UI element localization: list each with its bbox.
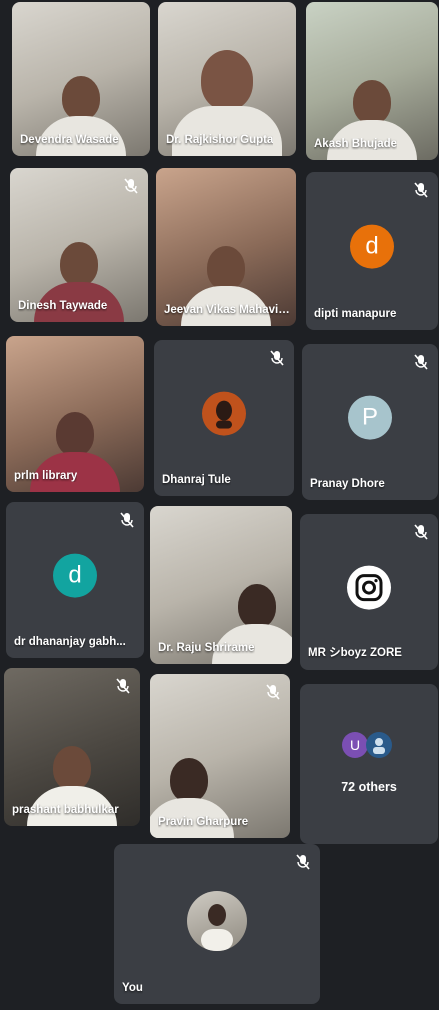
participant-tile[interactable]: Akash Bhujade: [306, 2, 438, 160]
mic-off-icon: [266, 684, 280, 700]
participant-name: dr dhananjay gabh...: [14, 636, 126, 648]
avatar: d: [53, 553, 97, 598]
camera-logo-icon: [347, 565, 391, 610]
mic-off-icon: [270, 350, 284, 366]
avatar-photo-icon: [366, 732, 392, 758]
participant-name: prlm library: [14, 470, 78, 482]
participant-name: Dinesh Taywade: [18, 300, 108, 312]
participant-tile[interactable]: prlm library: [6, 336, 144, 492]
participant-name: Dr. Raju Shrirame: [158, 642, 255, 654]
participant-tile[interactable]: Pravin Gharpure: [150, 674, 290, 838]
participant-tile[interactable]: Devendra Wasade: [12, 2, 150, 156]
profile-photo-icon: [202, 391, 246, 436]
mic-off-icon: [296, 854, 310, 870]
avatar: U: [342, 732, 368, 758]
participant-name: Pranay Dhore: [310, 478, 385, 490]
participant-name: You: [122, 982, 143, 994]
participant-tile[interactable]: Dhanraj Tule: [154, 340, 294, 496]
participant-name: Jeevan Vikas Mahavidyalaya: [164, 304, 290, 316]
mic-off-icon: [414, 524, 428, 540]
participant-tile[interactable]: Dr. Raju Shrirame: [150, 506, 292, 664]
participant-tile[interactable]: Jeevan Vikas Mahavidyalaya: [156, 168, 296, 326]
participant-tile[interactable]: MR シboyz ZORE: [300, 514, 438, 670]
self-video: [187, 891, 247, 951]
participant-name: Dr. Rajkishor Gupta: [166, 134, 274, 146]
participant-name: dipti manapure: [314, 308, 397, 320]
participant-name: Pravin Gharpure: [158, 816, 249, 828]
avatar: P: [348, 395, 392, 440]
self-tile[interactable]: You: [114, 844, 320, 1004]
mic-off-icon: [414, 182, 428, 198]
participant-name: Akash Bhujade: [314, 138, 398, 150]
mic-off-icon: [124, 178, 138, 194]
mic-off-icon: [414, 354, 428, 370]
mic-off-icon: [116, 678, 130, 694]
mic-off-icon: [120, 512, 134, 528]
participant-name: prashant babhulkar: [12, 804, 119, 816]
participant-tile[interactable]: P Pranay Dhore: [302, 344, 438, 500]
participant-name: Devendra Wasade: [20, 134, 119, 146]
participant-tile[interactable]: d dipti manapure: [306, 172, 438, 330]
participant-tile[interactable]: d dr dhananjay gabh...: [6, 502, 144, 658]
participant-tile[interactable]: Dr. Rajkishor Gupta: [158, 2, 296, 156]
avatar: d: [350, 224, 394, 269]
others-count: 72 others: [341, 780, 397, 794]
participant-tile[interactable]: U 72 others: [300, 684, 438, 844]
participant-name: Dhanraj Tule: [162, 474, 231, 486]
participant-name: MR シboyz ZORE: [308, 647, 402, 659]
participant-tile[interactable]: prashant babhulkar: [4, 668, 140, 826]
participant-tile[interactable]: Dinesh Taywade: [10, 168, 148, 322]
